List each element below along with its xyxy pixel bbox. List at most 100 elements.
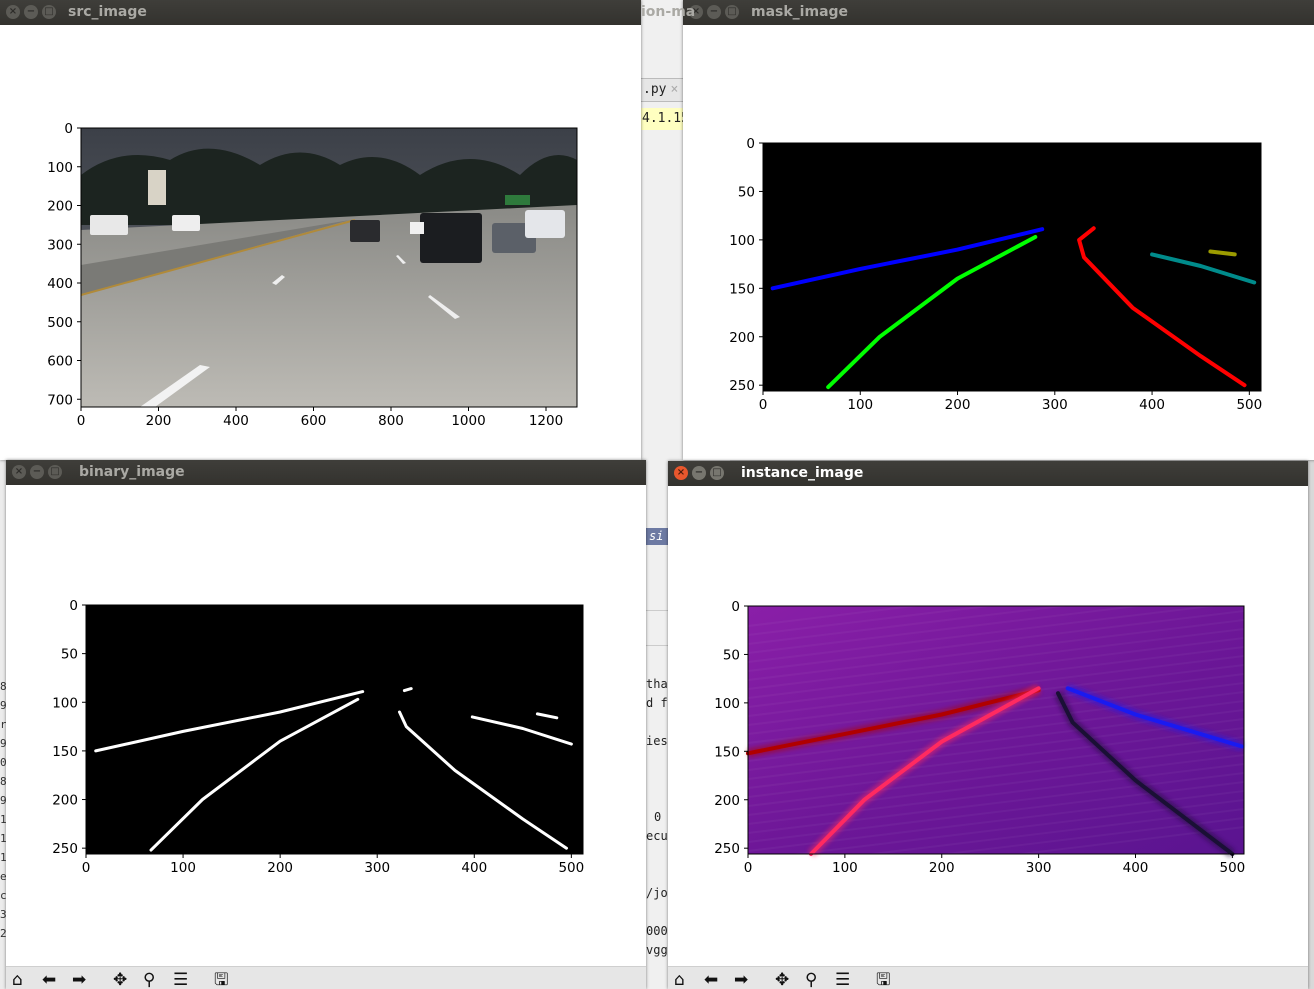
y-tick-label: 200 <box>729 330 755 346</box>
x-tick-label: 200 <box>945 397 971 413</box>
close-icon[interactable]: × <box>674 466 688 480</box>
minimize-icon[interactable]: − <box>24 5 38 19</box>
pan-icon[interactable]: ✥ <box>113 970 127 989</box>
mask-image-plot[interactable]: 0 100 200 300 400 500 0 50 100 150 200 250 <box>683 25 1314 460</box>
window-titlebar[interactable]: × − □ binary_image <box>6 460 646 485</box>
minimize-icon[interactable]: − <box>692 466 706 480</box>
binary-image-window: × − □ binary_image 0 100 200 300 400 500 0 50 100 1… <box>6 460 646 989</box>
x-tick-label: 800 <box>378 413 404 429</box>
home-icon[interactable]: ⌂ <box>12 970 23 989</box>
x-tick-label: 0 <box>82 860 91 876</box>
y-tick-label: 200 <box>47 199 73 215</box>
y-tick-label: 700 <box>47 392 73 408</box>
src-image-window: × − □ src_image 0 200 400 600 800 1000 1… <box>0 0 641 460</box>
y-tick-label: 150 <box>729 281 755 297</box>
background-window-title: ion-ma <box>641 4 696 20</box>
mask-lanes <box>763 143 1261 391</box>
minimize-icon[interactable]: − <box>30 465 44 479</box>
x-tick-label: 300 <box>1042 397 1068 413</box>
window-title: mask_image <box>751 4 849 20</box>
window-title: instance_image <box>741 465 864 481</box>
mask-image-figure[interactable]: 0 100 200 300 400 500 0 50 100 150 200 250 <box>683 25 1314 460</box>
instance-image-figure[interactable]: 0 100 200 300 400 500 0 50 100 150 200 250 <box>668 486 1308 966</box>
zoom-icon[interactable]: ⚲ <box>805 970 817 989</box>
y-tick-label: 400 <box>47 276 73 292</box>
mask-background <box>763 143 1261 391</box>
back-arrow-icon[interactable]: ⬅ <box>42 970 56 989</box>
editor-line: 0 <box>654 810 662 824</box>
y-tick-label: 250 <box>714 841 740 857</box>
maximize-icon[interactable]: □ <box>48 465 62 479</box>
x-tick-label: 100 <box>832 860 858 876</box>
y-tick-label: 200 <box>714 793 740 809</box>
binary-image-plot[interactable]: 0 100 200 300 400 500 0 50 100 150 200 250 <box>6 485 646 965</box>
forward-arrow-icon[interactable]: ➡ <box>72 970 86 989</box>
window-titlebar[interactable]: × − □ mask_image <box>683 0 1314 25</box>
x-tick-label: 100 <box>170 860 196 876</box>
zoom-icon[interactable]: ⚲ <box>143 970 155 989</box>
x-tick-label: 100 <box>847 397 873 413</box>
window-titlebar[interactable]: × − □ src_image <box>0 0 641 25</box>
x-tick-label: 300 <box>364 860 390 876</box>
maximize-icon[interactable]: □ <box>725 5 739 19</box>
y-tick-label: 250 <box>729 378 755 394</box>
editor-line: ies <box>646 734 668 748</box>
instance-embedding <box>746 565 1245 888</box>
close-icon[interactable]: × <box>6 5 20 19</box>
x-tick-label: 1200 <box>529 413 563 429</box>
y-tick-label: 0 <box>731 599 740 615</box>
close-icon[interactable]: × <box>12 465 26 479</box>
minimize-icon[interactable]: − <box>707 5 721 19</box>
y-tick-label: 150 <box>714 744 740 760</box>
y-tick-label: 600 <box>47 354 73 370</box>
window-title: src_image <box>68 4 147 20</box>
binary-image-figure[interactable]: 0 100 200 300 400 500 0 50 100 150 200 250 <box>6 485 646 965</box>
x-tick-label: 200 <box>929 860 955 876</box>
mask-image-window: × − □ mask_image 0 100 200 300 400 500 0 50 100 150… <box>683 0 1314 460</box>
y-tick-label: 0 <box>64 121 73 137</box>
home-icon[interactable]: ⌂ <box>674 970 685 989</box>
forward-arrow-icon[interactable]: ➡ <box>734 970 748 989</box>
y-tick-label: 300 <box>47 237 73 253</box>
binary-lanes <box>86 605 583 854</box>
editor-line: d f <box>646 696 668 710</box>
back-arrow-icon[interactable]: ⬅ <box>704 970 718 989</box>
maximize-icon[interactable]: □ <box>710 466 724 480</box>
x-tick-label: 400 <box>1139 397 1165 413</box>
x-tick-label: 0 <box>759 397 768 413</box>
y-tick-label: 200 <box>52 793 78 809</box>
window-titlebar[interactable]: × − □ instance_image <box>668 461 1308 486</box>
x-tick-label: 500 <box>558 860 584 876</box>
tab-close-icon[interactable]: × <box>670 82 678 97</box>
y-tick-label: 100 <box>714 696 740 712</box>
maximize-icon[interactable]: □ <box>42 5 56 19</box>
x-tick-label: 400 <box>1123 860 1149 876</box>
save-icon[interactable]: 🖫 <box>876 970 890 989</box>
y-tick-label: 150 <box>52 744 78 760</box>
x-tick-label: 200 <box>146 413 172 429</box>
editor-line: 000 <box>646 924 668 938</box>
y-tick-label: 50 <box>61 647 78 663</box>
configure-subplots-icon[interactable]: ☰ <box>173 970 188 989</box>
editor-line: /jo <box>646 886 668 900</box>
road-photo <box>80 128 577 407</box>
src-image-figure[interactable]: 0 200 400 600 800 1000 1200 0 100 200 300 400 500 600… <box>0 25 641 460</box>
pan-icon[interactable]: ✥ <box>775 970 789 989</box>
configure-subplots-icon[interactable]: ☰ <box>835 970 850 989</box>
editor-line: vgg <box>646 943 668 957</box>
save-icon[interactable]: 🖫 <box>214 970 228 989</box>
x-tick-label: 400 <box>223 413 249 429</box>
instance-image-window: × − □ instance_image 0 100 200 300 400 500 0 50 10… <box>668 461 1308 989</box>
editor-line: ecu <box>646 829 668 843</box>
y-tick-label: 0 <box>746 136 755 152</box>
y-tick-label: 250 <box>52 841 78 857</box>
src-image-plot[interactable]: 0 200 400 600 800 1000 1200 0 100 200 300 400 500 600… <box>0 25 641 460</box>
y-tick-label: 100 <box>47 160 73 176</box>
x-tick-label: 300 <box>1026 860 1052 876</box>
y-tick-label: 100 <box>52 695 78 711</box>
instance-image-plot[interactable]: 0 100 200 300 400 500 0 50 100 150 200 250 <box>668 486 1308 966</box>
window-title: binary_image <box>79 464 185 480</box>
x-tick-label: 0 <box>744 860 753 876</box>
x-tick-label: 500 <box>1236 397 1262 413</box>
x-tick-label: 0 <box>77 413 86 429</box>
